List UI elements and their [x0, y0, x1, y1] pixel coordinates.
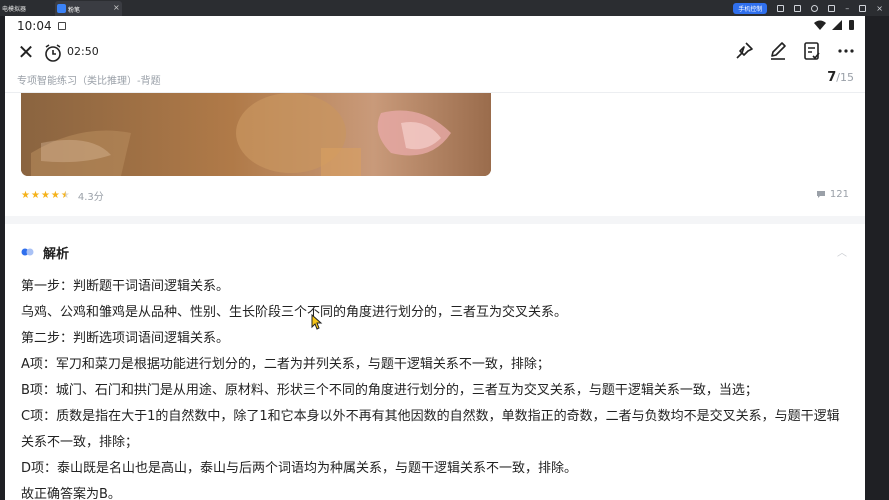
breadcrumb: 专项智能练习（类比推理）-背题 — [17, 76, 161, 87]
star-icon: ★ — [21, 189, 30, 201]
comment-icon — [816, 191, 825, 198]
video-thumbnail-image — [21, 93, 491, 176]
notification-icon — [58, 22, 66, 30]
emulator-tab[interactable]: 粉笔 × — [55, 1, 122, 16]
more-icon[interactable] — [835, 40, 857, 62]
screenshot-icon[interactable] — [794, 4, 802, 12]
half-star-icon: ★ — [60, 189, 70, 201]
app-icon — [57, 4, 66, 13]
close-icon[interactable]: ✕ — [15, 41, 37, 63]
app-bar-actions — [733, 40, 857, 62]
star-icon: ★ — [30, 189, 40, 201]
mouse-cursor-icon — [311, 314, 323, 330]
phone-screen: 10:04 ✕ 02:50 专项智能练习（类比推理）-背题 7/15 ★ ★ ★… — [5, 16, 865, 500]
pin-icon[interactable] — [733, 40, 755, 62]
analysis-title: 解析 — [43, 246, 70, 262]
emulator-tab-label: 粉笔 — [68, 7, 81, 14]
comment-count: 121 — [829, 189, 849, 200]
section-marker-icon — [21, 248, 34, 256]
close-window-icon[interactable]: × — [876, 4, 883, 13]
analysis-header: 解析 — [21, 243, 70, 262]
rating-score: 4.3分 — [77, 191, 104, 203]
emulator-controls: 手机控制 – × — [733, 2, 883, 14]
battery-icon — [849, 20, 854, 30]
countdown-timer: 02:50 — [67, 45, 99, 58]
tab-close-icon[interactable]: × — [113, 3, 120, 12]
question-counter: 7/15 — [827, 70, 854, 85]
phone-control-button[interactable]: 手机控制 — [733, 2, 768, 14]
status-time: 10:04 — [17, 19, 52, 33]
status-icons — [814, 19, 855, 31]
analysis-paragraph: 第二步：判断选项词语间逻辑关系。 — [21, 331, 230, 346]
wifi-icon — [814, 20, 826, 30]
analysis-paragraph: 第一步：判断题干词语间逻辑关系。 — [21, 279, 230, 294]
menu-icon[interactable] — [828, 4, 836, 12]
question-subheader: 专项智能练习（类比推理）-背题 7/15 — [5, 70, 865, 92]
edit-icon[interactable] — [767, 40, 789, 62]
analysis-paragraph: C项：质数是指在大于1的自然数中，除了1和它本身以外不再有其他因数的自然数，单数… — [21, 409, 840, 450]
analysis-paragraph: A项：军刀和菜刀是根据功能进行划分的，二者为并列关系，与题干逻辑关系不一致，排除… — [21, 357, 550, 372]
answer-sheet-icon[interactable] — [801, 40, 823, 62]
account-icon[interactable] — [811, 4, 819, 12]
collapse-chevron-icon[interactable]: ︿ — [837, 244, 847, 259]
video-thumbnail[interactable] — [21, 93, 491, 176]
status-bar: 10:04 — [5, 16, 865, 36]
analysis-paragraph: B项：城门、石门和拱门是从用途、原材料、形状三个不同的角度进行划分的，三者互为交… — [21, 383, 758, 398]
star-icon: ★ — [40, 189, 50, 201]
analysis-paragraph: 故正确答案为B。 — [21, 487, 121, 500]
section-separator — [5, 216, 865, 224]
emulator-title-bar: 电模拟器 粉笔 × 手机控制 – × — [0, 0, 889, 16]
comments-button[interactable]: 121 — [816, 189, 849, 200]
signal-icon — [832, 20, 842, 30]
current-question: 7 — [827, 70, 837, 85]
star-icon: ★ — [50, 189, 60, 201]
analysis-paragraph: 乌鸡、公鸡和雏鸡是从品种、性别、生长阶段三个不同的角度进行划分的，三者互为交叉关… — [21, 305, 568, 320]
emulator-title: 电模拟器 — [2, 6, 27, 13]
analysis-paragraph: D项：泰山既是名山也是高山，泰山与后两个词语均为种属关系，与题干逻辑关系不一致，… — [21, 461, 578, 476]
total-questions: /15 — [836, 71, 854, 84]
video-rating: ★ ★ ★ ★ ★ 4.3分 — [21, 188, 104, 203]
analysis-body: 第一步：判断题干词语间逻辑关系。 乌鸡、公鸡和雏鸡是从品种、性别、生长阶段三个不… — [21, 274, 851, 500]
minimize-icon[interactable]: – — [845, 4, 849, 13]
app-bar: ✕ 02:50 — [5, 36, 865, 69]
alarm-clock-icon[interactable] — [43, 43, 63, 63]
maximize-icon[interactable] — [859, 4, 867, 12]
window-icon[interactable] — [777, 4, 785, 12]
